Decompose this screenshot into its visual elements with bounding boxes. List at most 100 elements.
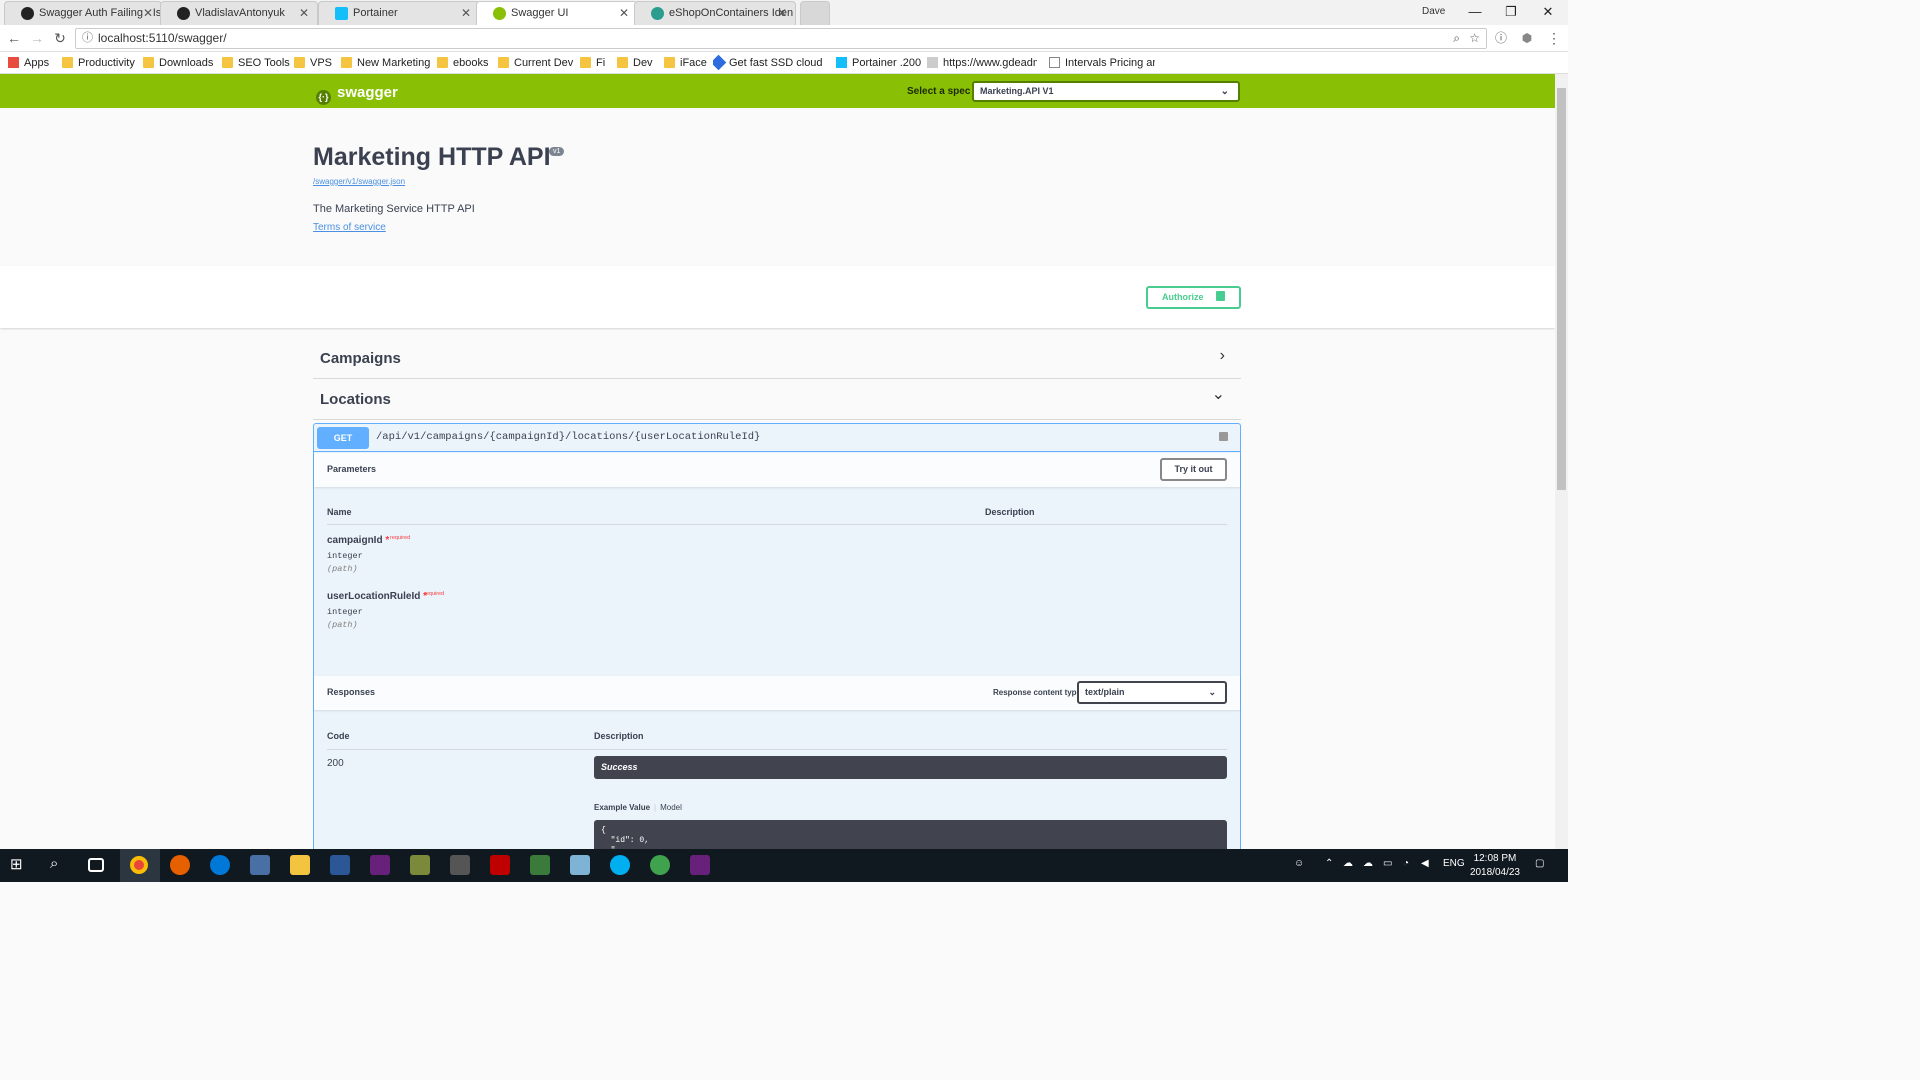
onedrive-icon[interactable]: ☁ xyxy=(1343,858,1353,869)
swagger-logo[interactable]: {·} swagger xyxy=(316,84,398,105)
skype-icon[interactable] xyxy=(610,855,630,875)
battery-icon[interactable]: ▭ xyxy=(1383,858,1392,869)
bookmark-downloads[interactable]: Downloads xyxy=(143,55,213,71)
forward-icon[interactable]: → xyxy=(28,29,46,47)
tag-locations[interactable]: Locations ⌄ xyxy=(313,380,1241,420)
bookmark-productivity[interactable]: Productivity xyxy=(62,55,135,71)
language-indicator[interactable]: ENG xyxy=(1443,858,1465,869)
chevron-down-icon: ⌄ xyxy=(1208,687,1216,697)
tab-portainer[interactable]: Portainer ✕ xyxy=(318,1,480,25)
authorize-label: Authorize xyxy=(1162,292,1204,302)
close-icon[interactable]: ✕ xyxy=(143,2,153,24)
bookmark-label: VPS xyxy=(310,57,333,69)
spec-select[interactable]: Marketing.API V1 ⌄ xyxy=(972,81,1240,102)
close-icon[interactable]: ✕ xyxy=(777,2,787,24)
api-description: The Marketing Service HTTP API xyxy=(313,203,475,215)
back-icon[interactable]: ← xyxy=(5,29,23,47)
zoom-icon[interactable]: ⌕ xyxy=(1453,29,1460,48)
filezilla-icon[interactable] xyxy=(490,855,510,875)
bookmark-portainer[interactable]: Portainer .200 xyxy=(836,55,921,71)
divider xyxy=(327,524,1227,525)
app-icon[interactable] xyxy=(410,855,430,875)
tab-vladislav[interactable]: VladislavAntonyuk ✕ xyxy=(160,1,318,25)
bookmark-ebooks[interactable]: ebooks xyxy=(437,55,488,71)
col-response-description: Description xyxy=(594,731,644,741)
chrome-taskbar-item[interactable] xyxy=(120,849,160,882)
task-view-icon[interactable] xyxy=(88,858,104,872)
scheme-container xyxy=(0,266,1555,328)
profile-name[interactable]: Dave xyxy=(1422,6,1445,17)
clock-date: 2018/04/23 xyxy=(1469,867,1520,878)
scrollbar-thumb[interactable] xyxy=(1557,88,1566,490)
extension-cube-icon[interactable]: ⬢ xyxy=(1518,29,1536,47)
bookmark-new-marketing[interactable]: New Marketing xyxy=(341,55,430,71)
address-bar[interactable]: ⓘ localhost:5110/swagger/ ⌕ ☆ xyxy=(75,28,1487,49)
extension-icon[interactable]: ⓘ xyxy=(1492,29,1510,47)
star-icon[interactable]: ☆ xyxy=(1469,29,1480,48)
app-icon[interactable] xyxy=(530,855,550,875)
tag-campaigns[interactable]: Campaigns › xyxy=(313,339,1241,379)
close-icon[interactable]: ✕ xyxy=(619,2,629,24)
powershell-icon[interactable] xyxy=(330,855,350,875)
model-tab[interactable]: Model xyxy=(660,803,682,812)
spec-url-link[interactable]: /swagger/v1/swagger.json xyxy=(313,177,405,186)
terms-of-service-link[interactable]: Terms of service xyxy=(313,222,386,233)
app-icon[interactable] xyxy=(450,855,470,875)
tab-separator: | xyxy=(654,803,657,812)
param-name-text: userLocationRuleId xyxy=(327,591,421,602)
response-description: Success xyxy=(594,756,1227,779)
windows-start-icon[interactable]: ⊞ xyxy=(10,855,30,875)
firefox-icon[interactable] xyxy=(170,855,190,875)
tab-label: Swagger UI xyxy=(511,7,569,19)
swagger-topbar xyxy=(0,74,1555,108)
spec-select-value: Marketing.API V1 xyxy=(980,86,1054,96)
new-tab-button[interactable] xyxy=(800,1,830,25)
content-type-select[interactable]: text/plain ⌄ xyxy=(1077,681,1227,704)
chevron-up-icon[interactable]: ⌃ xyxy=(1325,858,1333,869)
visual-studio-icon[interactable] xyxy=(690,855,710,875)
clock[interactable]: 12:08 PM 2018/04/23 xyxy=(1470,852,1520,880)
example-value-tab[interactable]: Example Value xyxy=(594,803,650,812)
volume-icon[interactable]: ◀ xyxy=(1421,858,1429,869)
folder-icon xyxy=(498,57,509,68)
reload-icon[interactable]: ↻ xyxy=(51,29,69,47)
close-icon[interactable]: ✕ xyxy=(299,2,309,24)
toolbar: ← → ↻ ⓘ localhost:5110/swagger/ ⌕ ☆ ⓘ ⬢ … xyxy=(0,25,1568,52)
authorize-button[interactable]: Authorize xyxy=(1146,286,1241,309)
visual-studio-icon[interactable] xyxy=(370,855,390,875)
bookmark-intervals[interactable]: Intervals Pricing and xyxy=(1049,55,1155,71)
people-icon[interactable]: ☺ xyxy=(1294,858,1304,869)
bookmark-apps[interactable]: Apps xyxy=(8,55,49,71)
tab-label: Portainer xyxy=(353,7,398,19)
app-icon[interactable] xyxy=(570,855,590,875)
maximize-icon[interactable]: ❐ xyxy=(1496,2,1526,22)
info-icon[interactable]: ⓘ xyxy=(82,29,93,48)
bookmark-seo-tools[interactable]: SEO Tools xyxy=(222,55,290,71)
param-type: integer xyxy=(327,551,363,561)
notifications-icon[interactable]: ▢ xyxy=(1535,858,1544,869)
tab-eshop[interactable]: eShopOnContainers Iden ✕ xyxy=(634,1,796,25)
bookmark-ssd-cloud[interactable]: Get fast SSD cloud se xyxy=(713,55,823,71)
close-icon[interactable]: ✕ xyxy=(461,2,471,24)
window-close-icon[interactable]: ✕ xyxy=(1533,2,1563,22)
app-icon[interactable] xyxy=(650,855,670,875)
tab-swagger-auth[interactable]: Swagger Auth Failing · Is ✕ xyxy=(4,1,162,25)
lock-icon[interactable] xyxy=(1219,432,1228,441)
wifi-icon[interactable]: ◔ xyxy=(1403,858,1409,869)
try-it-out-button[interactable]: Try it out xyxy=(1160,458,1227,481)
bookmark-gdeadm[interactable]: https://www.gdeadm xyxy=(927,55,1037,71)
bookmark-iface[interactable]: iFace xyxy=(664,55,707,71)
minimize-icon[interactable]: — xyxy=(1460,2,1490,22)
edge-icon[interactable] xyxy=(210,855,230,875)
bookmark-current-dev[interactable]: Current Dev xyxy=(498,55,573,71)
tab-swagger-ui[interactable]: Swagger UI ✕ xyxy=(476,1,638,25)
bookmark-dev[interactable]: Dev xyxy=(617,55,653,71)
file-explorer-icon[interactable] xyxy=(290,855,310,875)
bookmark-label: New Marketing xyxy=(357,57,431,69)
search-icon[interactable]: ⌕ xyxy=(50,855,70,875)
bookmark-fi[interactable]: Fi xyxy=(580,55,605,71)
cloud-icon[interactable]: ☁ xyxy=(1363,858,1373,869)
app-icon[interactable] xyxy=(250,855,270,875)
bookmark-vps[interactable]: VPS xyxy=(294,55,332,71)
menu-icon[interactable]: ⋮ xyxy=(1545,29,1563,47)
